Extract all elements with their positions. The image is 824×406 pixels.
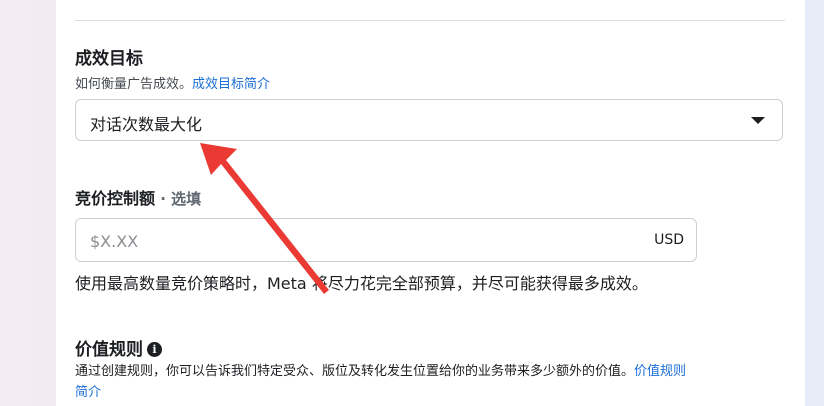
optional-label: · 选填	[155, 190, 202, 208]
bid-control-help-text: 使用最高数量竞价策略时，Meta 将尽力花完全部预算，并尽可能获得最多成效。	[75, 274, 648, 293]
value-rules-description: 通过创建规则，你可以告诉我们特定受众、版位及转化发生位置给你的业务带来多少额外的…	[75, 360, 686, 379]
section-divider	[75, 20, 785, 21]
performance-goal-link[interactable]: 成效目标简介	[192, 77, 270, 92]
performance-goal-title: 成效目标	[75, 49, 143, 69]
performance-goal-selected-value: 对话次数最大化	[90, 115, 203, 134]
value-rules-title-text: 价值规则	[75, 340, 143, 360]
bid-control-field[interactable]: USD	[75, 218, 697, 262]
value-rules-description-text: 通过创建规则，你可以告诉我们特定受众、版位及转化发生位置给你的业务带来多少额外的…	[75, 364, 635, 379]
info-icon[interactable]: i	[147, 342, 162, 357]
performance-goal-select[interactable]: 对话次数最大化	[75, 99, 783, 141]
bid-control-title: 竞价控制额 · 选填	[75, 185, 201, 209]
value-rules-link-continued[interactable]: 简介	[75, 381, 101, 400]
value-rules-link[interactable]: 价值规则	[634, 364, 686, 379]
bid-control-title-text: 竞价控制额	[75, 189, 156, 208]
performance-goal-description-text: 如何衡量广告成效。	[75, 77, 193, 92]
caret-down-icon	[751, 117, 765, 124]
value-rules-title: 价值规则 i	[75, 335, 162, 360]
performance-goal-description: 如何衡量广告成效。成效目标简介	[75, 73, 270, 92]
currency-label: USD	[654, 232, 684, 248]
bid-amount-input[interactable]	[88, 229, 612, 253]
